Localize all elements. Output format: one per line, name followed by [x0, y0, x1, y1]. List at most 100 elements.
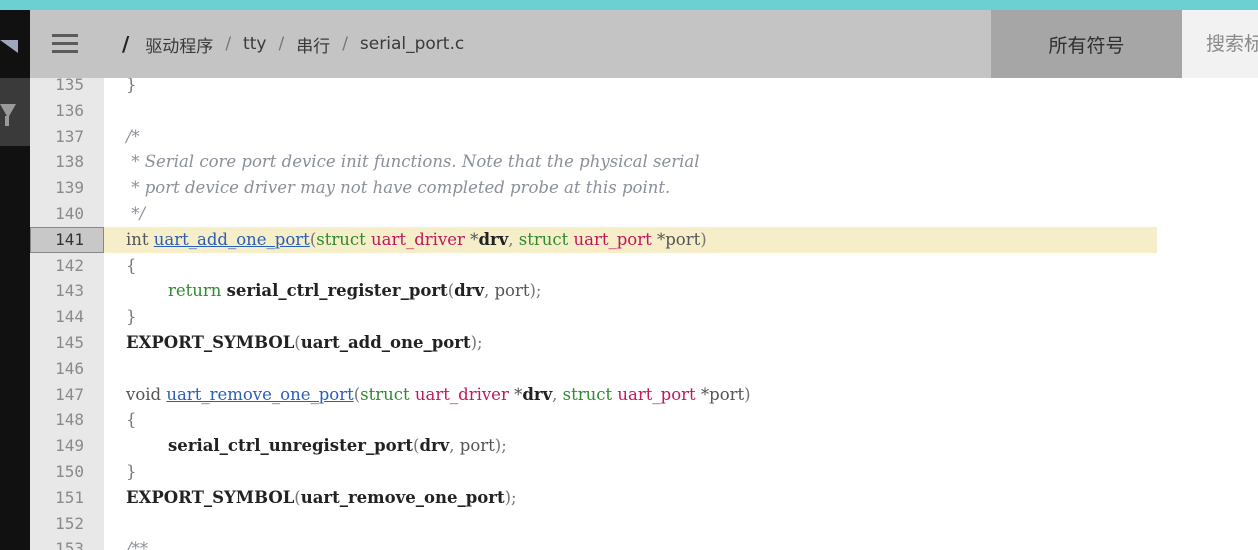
hamburger-menu-icon[interactable]: [50, 32, 80, 56]
code-line: 153 /**: [30, 536, 1258, 550]
search-input[interactable]: [1182, 10, 1258, 78]
code-text: return serial_ctrl_register_port(drv, po…: [126, 278, 542, 304]
line-number[interactable]: 145: [30, 330, 84, 356]
code-line: 142 {: [30, 253, 1258, 279]
code-token: }: [126, 461, 137, 481]
code-token: /**: [126, 539, 149, 550]
code-token: EXPORT_SYMBOL: [126, 332, 295, 352]
code-text: void uart_remove_one_port(struct uart_dr…: [126, 382, 751, 408]
code-token: }: [126, 307, 137, 327]
line-number[interactable]: 143: [30, 278, 84, 304]
code-line: 149 serial_ctrl_unregister_port(drv, por…: [30, 433, 1258, 459]
code-token: drv: [522, 384, 553, 404]
code-token: struct: [360, 384, 415, 404]
symbol-link[interactable]: uart_add_one_port: [154, 230, 310, 249]
code-text: */: [126, 201, 145, 227]
code-token: );: [494, 436, 507, 456]
code-line: 145 EXPORT_SYMBOL(uart_add_one_port);: [30, 330, 1258, 356]
code-text: EXPORT_SYMBOL(uart_remove_one_port);: [126, 485, 517, 511]
line-number[interactable]: 135: [30, 78, 84, 98]
line-number[interactable]: 137: [30, 124, 84, 150]
line-number[interactable]: 140: [30, 201, 84, 227]
line-number[interactable]: 136: [30, 98, 84, 124]
code-text: * port device driver may not have comple…: [126, 175, 670, 201]
code-token: {: [126, 255, 137, 275]
code-token: struct: [562, 384, 618, 404]
code-token: */: [126, 203, 146, 223]
code-line: 140 */: [30, 201, 1258, 227]
code-token: ,: [449, 436, 460, 456]
code-token: * port device driver may not have comple…: [126, 178, 671, 198]
code-line: 150}: [30, 459, 1258, 485]
code-token: /*: [126, 126, 140, 146]
breadcrumb-item-tty[interactable]: tty: [243, 34, 266, 54]
code-line: 143 return serial_ctrl_register_port(drv…: [30, 278, 1258, 304]
code-token: *: [464, 229, 479, 249]
line-number[interactable]: 146: [30, 356, 84, 382]
search-box[interactable]: [1182, 10, 1258, 78]
breadcrumb: / 驱动程序 / tty / 串行 / serial_port.c: [122, 10, 464, 78]
breadcrumb-separator: /: [278, 34, 285, 54]
line-number[interactable]: 141: [30, 227, 84, 253]
line-number[interactable]: 147: [30, 382, 84, 408]
line-number[interactable]: 142: [30, 253, 84, 279]
code-token: struct: [518, 229, 574, 249]
code-text: }: [126, 304, 137, 330]
code-token: }: [126, 78, 137, 94]
code-token: {: [126, 410, 137, 430]
code-token: );: [470, 332, 483, 352]
code-token: serial_ctrl_register_port: [226, 281, 448, 301]
line-number[interactable]: 138: [30, 149, 84, 175]
code-view: 135} 136 137 /* 138 * Serial core port devic…: [30, 78, 1258, 550]
code-token: ): [700, 229, 707, 249]
line-number[interactable]: 149: [30, 433, 84, 459]
code-text: * Serial core port device init functions…: [126, 149, 700, 175]
code-text: }: [126, 78, 137, 98]
breadcrumb-item-file[interactable]: serial_port.c: [360, 34, 464, 54]
line-number[interactable]: 153: [30, 536, 84, 550]
line-number[interactable]: 150: [30, 459, 84, 485]
type-link[interactable]: uart_port: [617, 385, 695, 404]
breadcrumb-item-drivers[interactable]: 驱动程序: [145, 32, 213, 57]
line-number[interactable]: 139: [30, 175, 84, 201]
line-number[interactable]: 144: [30, 304, 84, 330]
code-token: port: [494, 281, 530, 301]
code-line: 148 {: [30, 407, 1258, 433]
code-line: 139 * port device driver may not have co…: [30, 175, 1258, 201]
code-token: ,: [552, 384, 563, 404]
code-line: 146: [30, 356, 1258, 382]
all-symbols-tab[interactable]: 所有符号: [991, 10, 1182, 78]
code-lines: 135} 136 137 /* 138 * Serial core port devic…: [30, 78, 1258, 550]
code-token: );: [529, 281, 542, 301]
code-text: int uart_add_one_port(struct uart_driver…: [126, 227, 707, 253]
breadcrumb-separator: /: [225, 34, 232, 54]
type-link[interactable]: uart_port: [574, 230, 652, 249]
triangle-icon[interactable]: [0, 40, 18, 53]
code-text: {: [126, 407, 137, 433]
code-token: *port: [695, 384, 745, 404]
line-number[interactable]: 148: [30, 407, 84, 433]
code-token: uart_remove_one_port: [300, 487, 505, 507]
line-number[interactable]: 151: [30, 485, 84, 511]
type-link[interactable]: uart_driver: [415, 385, 509, 404]
code-token: *: [508, 384, 523, 404]
code-token: void: [126, 384, 167, 404]
breadcrumb-root[interactable]: /: [122, 32, 129, 56]
code-line: 152: [30, 511, 1258, 537]
code-token: *port: [651, 229, 701, 249]
breadcrumb-item-serial[interactable]: 串行: [296, 32, 330, 57]
code-token: * Serial core port device init functions…: [126, 152, 700, 172]
code-token: );: [504, 487, 517, 507]
code-token: int: [126, 229, 154, 249]
code-line: 144}: [30, 304, 1258, 330]
type-link[interactable]: uart_driver: [371, 230, 465, 249]
code-text: }: [126, 459, 137, 485]
symbol-link[interactable]: uart_remove_one_port: [166, 385, 353, 404]
code-text: {: [126, 253, 137, 279]
code-text: EXPORT_SYMBOL(uart_add_one_port);: [126, 330, 483, 356]
code-token: drv: [419, 436, 450, 456]
code-line: 141 int uart_add_one_port(struct uart_dri…: [30, 226, 1258, 253]
code-line: 138 * Serial core port device init funct…: [30, 149, 1258, 175]
line-number[interactable]: 152: [30, 511, 84, 537]
